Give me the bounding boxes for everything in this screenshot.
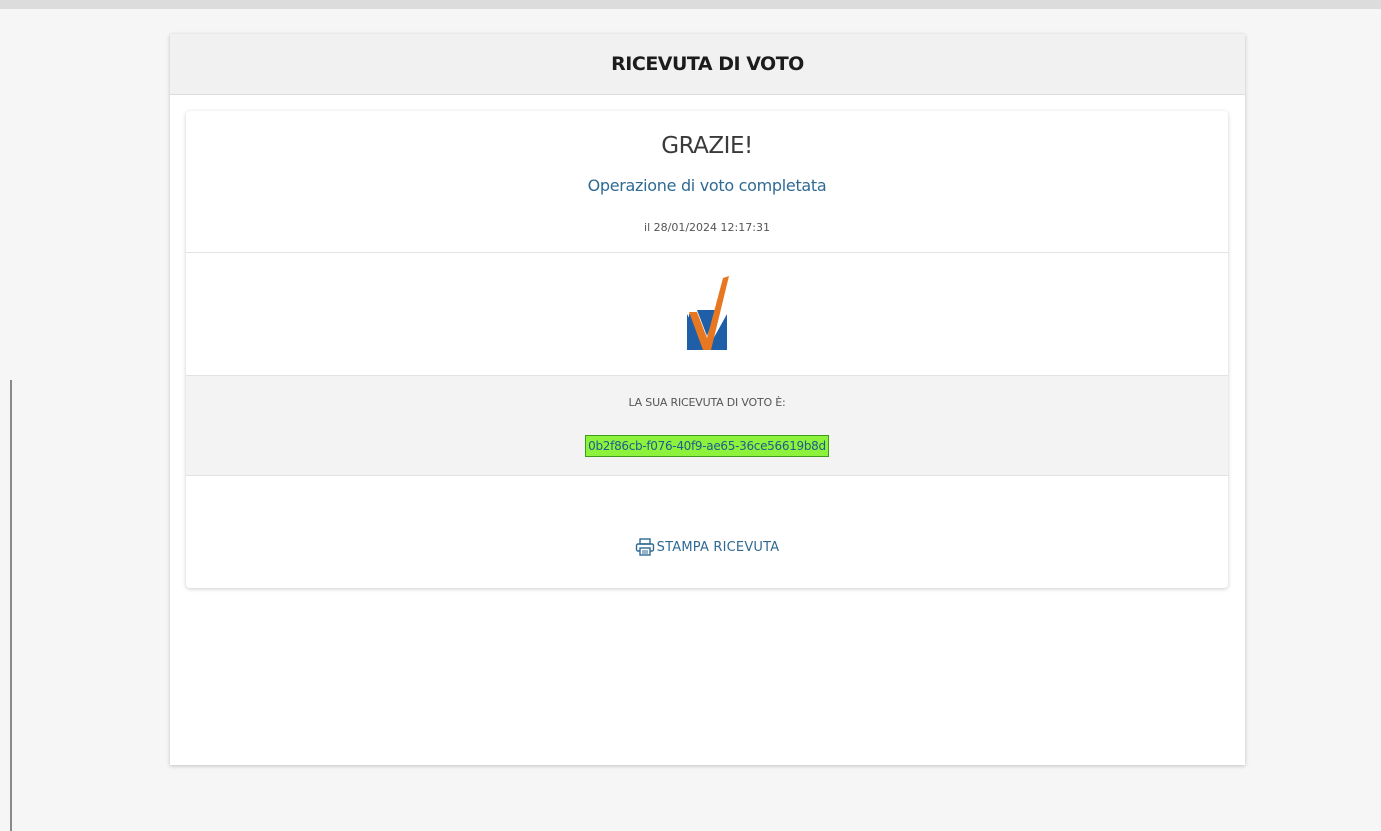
print-section: STAMPA RICEVUTA	[186, 476, 1228, 588]
receipt-label: LA SUA RICEVUTA DI VOTO È:	[628, 396, 786, 409]
vote-timestamp: il 28/01/2024 12:17:31	[644, 221, 770, 234]
print-receipt-label: STAMPA RICEVUTA	[656, 539, 780, 555]
print-receipt-button[interactable]: STAMPA RICEVUTA	[186, 538, 1228, 556]
receipt-code-wrap: 0b2f86cb-f076-40f9-ae65-36ce56619b8d	[186, 435, 1228, 457]
receipt-section: LA SUA RICEVUTA DI VOTO È: 0b2f86cb-f076…	[186, 376, 1228, 476]
logo-section	[186, 253, 1228, 376]
panel-header: RICEVUTA DI VOTO	[170, 34, 1245, 95]
left-edge-line	[10, 380, 12, 831]
vote-completed-message: Operazione di voto completata	[587, 176, 827, 195]
printer-icon	[635, 538, 654, 556]
receipt-panel: RICEVUTA DI VOTO GRAZIE! Operazione di v…	[170, 34, 1245, 765]
thanks-title: GRAZIE!	[661, 133, 753, 159]
thanks-section: GRAZIE! Operazione di voto completata il…	[186, 111, 1228, 253]
top-bar	[0, 0, 1381, 9]
receipt-code[interactable]: 0b2f86cb-f076-40f9-ae65-36ce56619b8d	[585, 435, 829, 457]
receipt-card: GRAZIE! Operazione di voto completata il…	[186, 111, 1228, 588]
vote-check-logo-icon	[687, 276, 729, 350]
page-title: RICEVUTA DI VOTO	[611, 53, 804, 75]
